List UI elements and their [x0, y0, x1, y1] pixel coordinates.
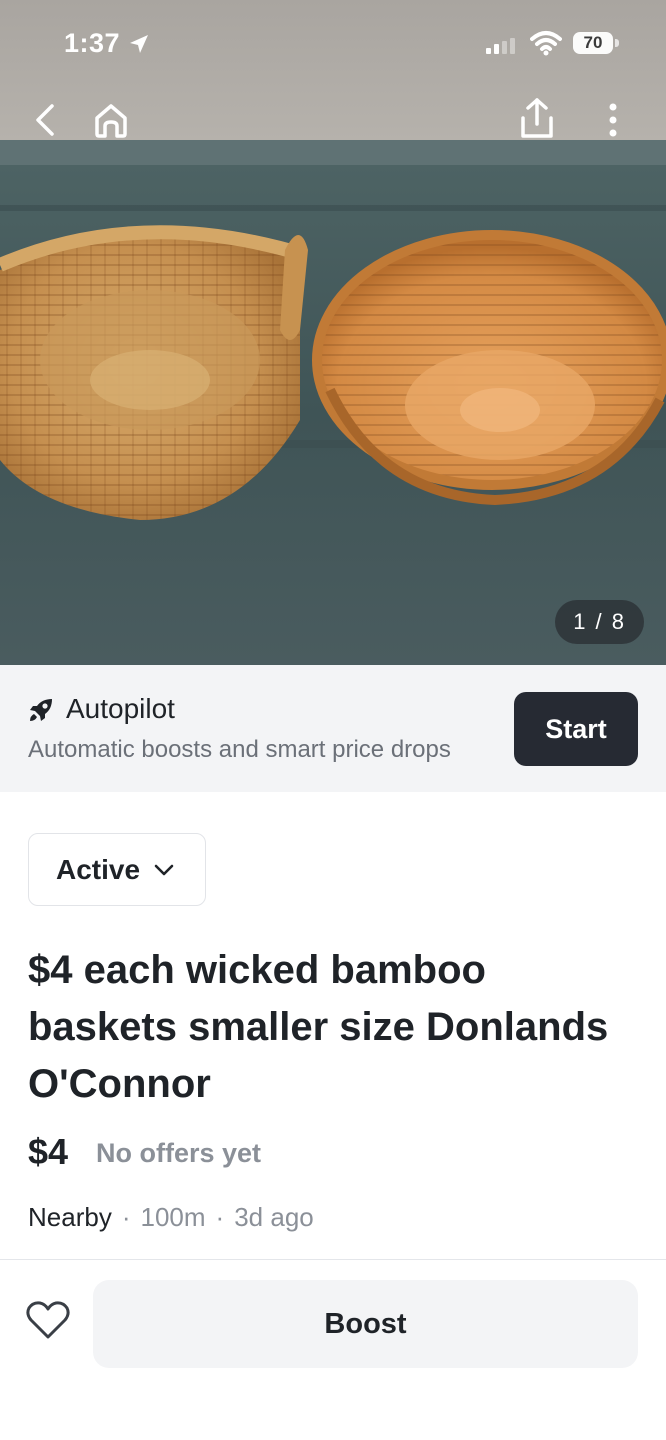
favorite-heart-icon[interactable] — [26, 1300, 70, 1340]
chevron-down-icon — [154, 864, 174, 875]
divider — [0, 1259, 666, 1260]
battery-level: 70 — [573, 32, 613, 54]
rocket-icon — [30, 699, 52, 721]
chevron-left-icon — [36, 104, 54, 136]
battery-cap — [615, 39, 619, 47]
listing-meta: Nearby · 100m · 3d ago — [28, 1202, 314, 1233]
more-options-button[interactable] — [588, 95, 638, 145]
back-button[interactable] — [20, 95, 70, 145]
autopilot-title: Autopilot — [66, 693, 175, 724]
cellular-signal-icon — [486, 38, 515, 54]
listing-status-value: Active — [56, 853, 141, 885]
posted-time-label: 3d ago — [234, 1202, 314, 1232]
location-arrow-icon — [130, 35, 148, 53]
listing-page: 1:37 70 1 / 8 Autopilot Automatic boosts… — [0, 0, 666, 1440]
separator-dot: · — [121, 1202, 131, 1232]
share-button[interactable] — [512, 93, 562, 143]
separator-dot: · — [215, 1202, 225, 1232]
location-label: Nearby — [28, 1202, 112, 1232]
offers-status: No offers yet — [96, 1138, 262, 1168]
listing-price: $4 — [28, 1131, 69, 1172]
listing-photo[interactable]: 1:37 70 1 / 8 — [0, 0, 666, 665]
status-time: 1:37 — [64, 28, 121, 58]
share-icon — [521, 98, 553, 138]
listing-status-dropdown[interactable]: Active — [28, 833, 206, 906]
autopilot-start-button[interactable]: Start — [514, 692, 638, 766]
autopilot-subtitle: Automatic boosts and smart price drops — [28, 736, 451, 763]
distance-label: 100m — [140, 1202, 206, 1232]
home-button[interactable] — [86, 95, 136, 145]
more-vertical-icon — [609, 103, 617, 137]
battery-icon: 70 — [573, 32, 619, 56]
status-bar: 1:37 70 — [0, 0, 666, 90]
wifi-icon — [530, 31, 562, 56]
photo-counter: 1 / 8 — [555, 600, 644, 644]
listing-title: $4 each wicked bamboo baskets smaller si… — [28, 948, 609, 1106]
home-icon — [95, 104, 127, 138]
boost-button[interactable]: Boost — [93, 1280, 638, 1368]
